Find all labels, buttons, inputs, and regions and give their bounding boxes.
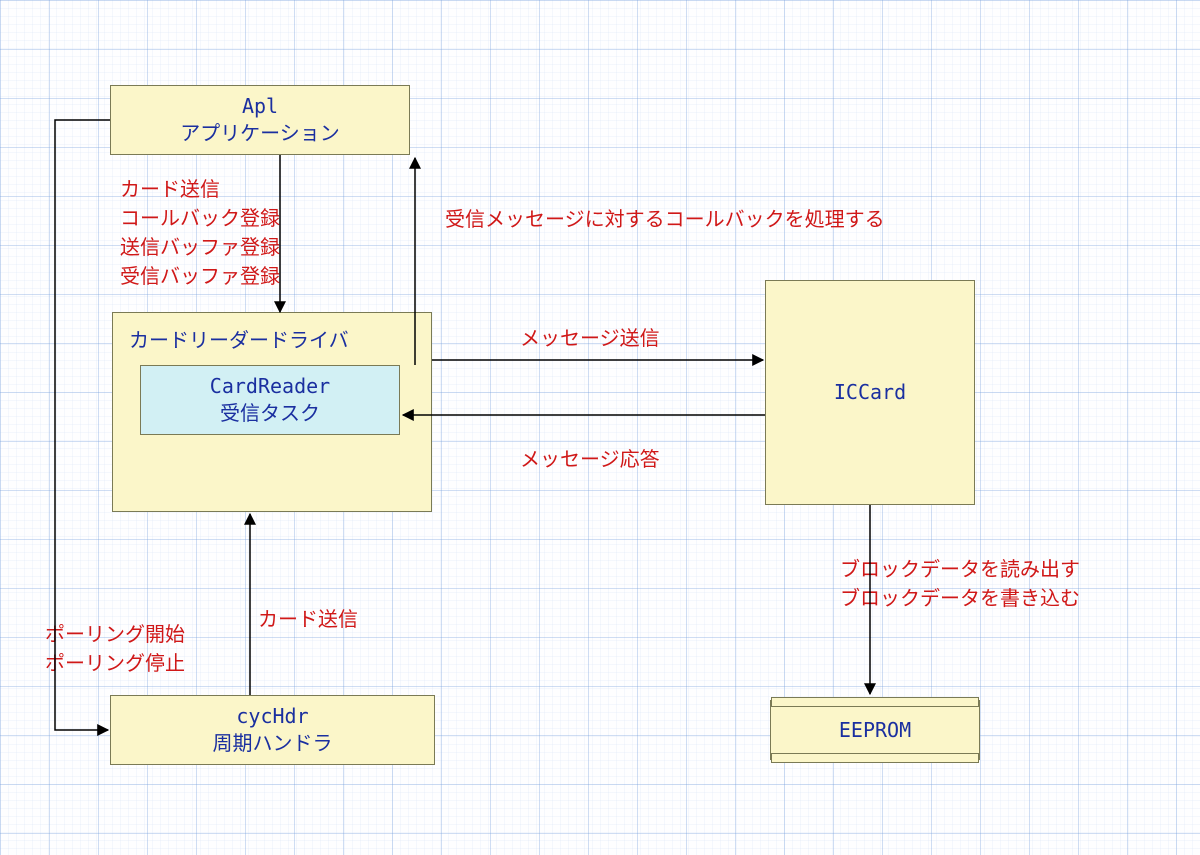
label-msg-send: メッセージ送信 <box>520 324 660 353</box>
label-msg-resp: メッセージ応答 <box>520 445 660 474</box>
diagram-canvas: Apl アプリケーション カードリーダードライバ CardReader 受信タス… <box>0 0 1200 855</box>
label-apl-to-driver: カード送信 コールバック登録 送信バッファ登録 受信バッファ登録 <box>120 175 280 291</box>
apl-line1: Apl <box>242 93 278 120</box>
label-polling: ポーリング開始 ポーリング停止 <box>45 620 185 678</box>
box-cyc: cycHdr 周期ハンドラ <box>110 695 435 765</box>
box-task: CardReader 受信タスク <box>140 365 400 435</box>
box-apl: Apl アプリケーション <box>110 85 410 155</box>
apl-line2: アプリケーション <box>180 120 340 147</box>
task-line2: 受信タスク <box>220 400 320 427</box>
cyc-line1: cycHdr <box>236 703 308 730</box>
label-callback: 受信メッセージに対するコールバックを処理する <box>445 205 885 234</box>
box-iccard: ICCard <box>765 280 975 505</box>
label-card-send: カード送信 <box>258 605 358 634</box>
iccard-line1: ICCard <box>834 379 906 406</box>
box-eeprom: EEPROM <box>770 700 980 760</box>
eeprom-line1: EEPROM <box>839 717 911 744</box>
label-block-rw: ブロックデータを読み出す ブロックデータを書き込む <box>840 555 1080 613</box>
cyc-line2: 周期ハンドラ <box>213 730 333 757</box>
driver-title: カードリーダードライバ <box>129 327 349 354</box>
task-line1: CardReader <box>210 373 330 400</box>
